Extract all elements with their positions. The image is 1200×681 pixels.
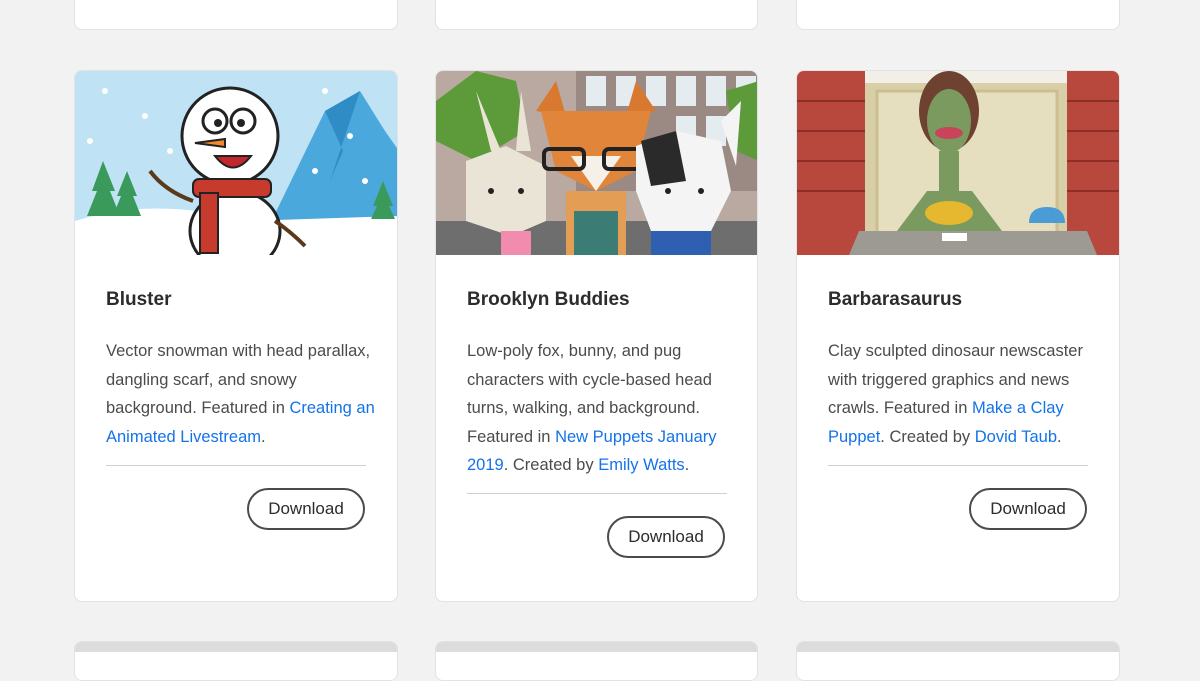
description-text: . — [261, 427, 266, 446]
card-description: Vector snowman with head parallax, dangl… — [106, 337, 376, 451]
description-link[interactable]: Emily Watts — [598, 456, 684, 474]
card-description: Low-poly fox, bunny, and pug characters … — [467, 337, 737, 480]
lowpoly-animals-thumbnail[interactable] — [436, 71, 757, 255]
card-bottom-partial — [435, 641, 758, 681]
card-description: Clay sculpted dinosaur newscaster with t… — [828, 337, 1098, 451]
card-divider — [106, 465, 366, 466]
card-top-partial — [74, 0, 398, 30]
download-button[interactable]: Download — [607, 516, 725, 558]
card-divider — [828, 465, 1088, 466]
description-text: . — [684, 456, 690, 475]
card-title: Brooklyn Buddies — [467, 289, 630, 310]
card-bottom-partial — [796, 641, 1120, 681]
card-top-partial — [435, 0, 758, 30]
card-top-partial — [796, 0, 1120, 30]
card-divider — [467, 493, 727, 494]
card-bottom-partial — [74, 641, 398, 681]
download-button[interactable]: Download — [969, 488, 1087, 530]
snowman-thumbnail[interactable] — [75, 71, 397, 255]
puppet-card-brooklyn-buddies: Brooklyn Buddies Low-poly fox, bunny, an… — [435, 70, 758, 602]
download-button[interactable]: Download — [247, 488, 365, 530]
puppet-card-barbarasaurus: Barbarasaurus Clay sculpted dinosaur new… — [796, 70, 1120, 602]
puppet-card-bluster: Bluster Vector snowman with head paralla… — [74, 70, 398, 602]
clay-dinosaur-thumbnail[interactable] — [797, 71, 1119, 255]
description-text: . — [1057, 427, 1062, 446]
description-text: . Created by — [503, 456, 599, 475]
card-title: Bluster — [106, 289, 172, 310]
description-link[interactable]: Dovid Taub — [975, 428, 1057, 446]
card-title: Barbarasaurus — [828, 289, 963, 310]
description-text: . Created by — [880, 427, 975, 446]
